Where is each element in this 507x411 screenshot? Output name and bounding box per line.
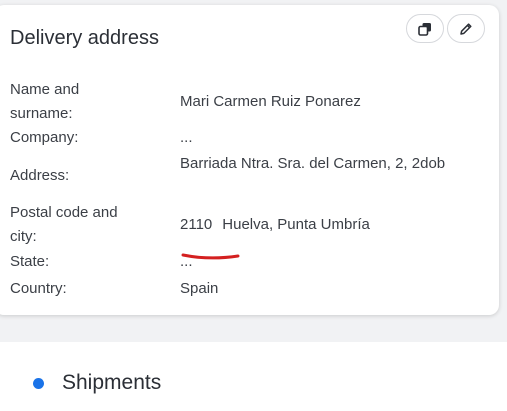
delivery-address-card: Delivery address Name and surname: Mari … <box>0 5 499 315</box>
city: Huelva, Punta Umbría <box>222 216 370 233</box>
status-dot <box>33 378 44 389</box>
address-value: Barriada Ntra. Sra. del Carmen, 2, 2dob <box>180 155 446 172</box>
country-value: Spain <box>180 280 219 297</box>
card-actions <box>406 14 485 43</box>
shipments-section: Shipments <box>0 342 507 411</box>
copy-button[interactable] <box>406 14 444 43</box>
edit-button[interactable] <box>447 14 485 43</box>
shipments-title: Shipments <box>62 371 162 394</box>
state-label: State: <box>10 253 50 270</box>
postal-value: 2110 Huelva, Punta Umbría <box>180 213 480 237</box>
postal-label: Postal code and city: <box>10 204 118 245</box>
name-value: Mari Carmen Ruiz Ponarez <box>180 93 361 110</box>
country-label: Country: <box>10 280 67 297</box>
postal-code: 2110 <box>180 216 213 233</box>
name-label: Name and surname: <box>10 81 80 122</box>
copy-icon <box>418 22 431 36</box>
red-underline-annotation <box>181 253 240 260</box>
company-value: ... <box>180 129 193 146</box>
address-label: Address: <box>10 167 70 184</box>
card-title: Delivery address <box>10 27 159 49</box>
company-label: Company: <box>10 129 79 146</box>
pencil-icon <box>460 22 472 35</box>
